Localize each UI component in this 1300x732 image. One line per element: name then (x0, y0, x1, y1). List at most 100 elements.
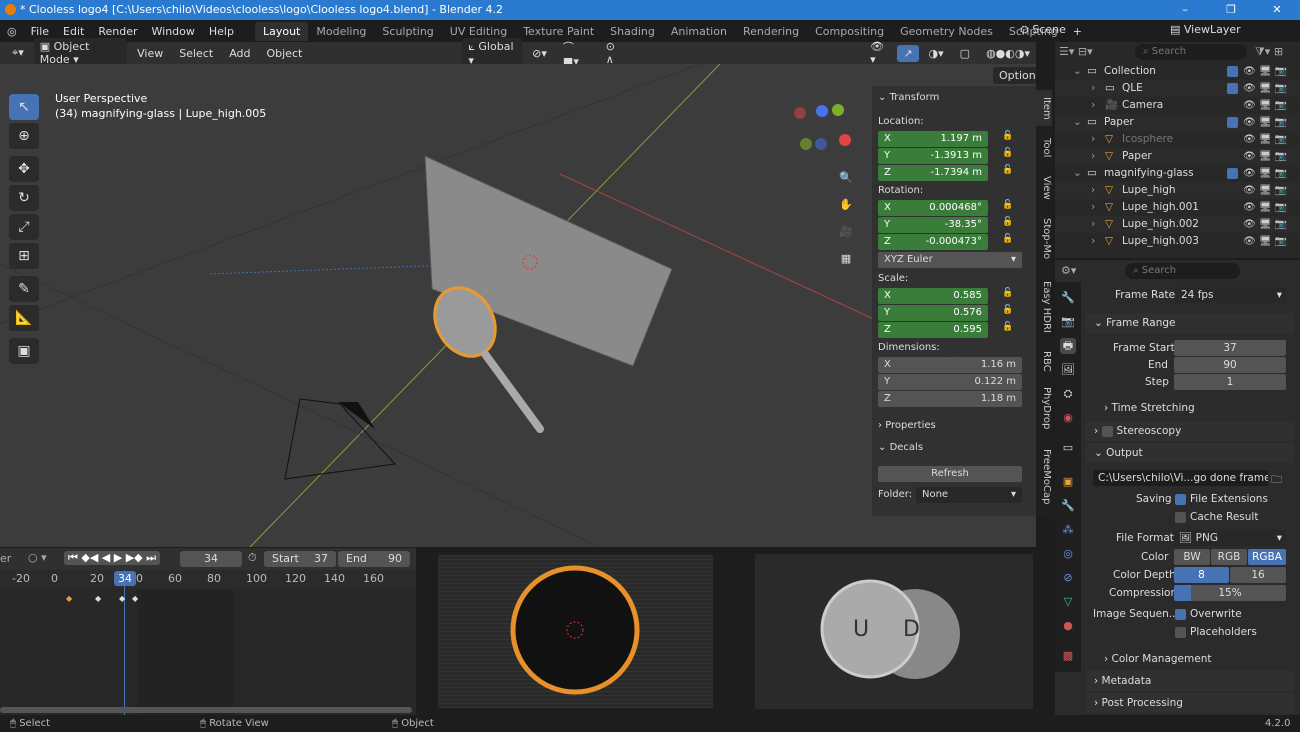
visibility-icons[interactable]: 👁 🖥 📷 (1243, 80, 1287, 97)
chevron-down-icon[interactable]: ⌄ (1073, 165, 1082, 182)
stereoscopy-checkbox[interactable] (1101, 425, 1113, 437)
tab-geometry-nodes[interactable]: Geometry Nodes (892, 22, 1001, 41)
color-management-header[interactable]: › Color Management (1104, 653, 1211, 665)
menu-file[interactable]: File (24, 25, 56, 38)
color-depth-16-option[interactable]: 16 (1230, 567, 1286, 583)
outliner-row[interactable]: ⌄ ▭ magnifying-glass 👁 🖥 📷 (1055, 165, 1300, 182)
lock-icon[interactable]: 🔓 (1002, 131, 1014, 143)
pivot-icon[interactable]: ⊘▾ (526, 45, 553, 62)
sidebar-tab-tool[interactable]: Tool (1036, 130, 1052, 166)
visibility-icons[interactable]: 👁 🖥 📷 (1243, 216, 1287, 233)
visibility-icons[interactable]: 👁 🖥 📷 (1243, 148, 1287, 165)
image-editor-left[interactable] (418, 548, 733, 715)
properties-header[interactable]: › Properties (878, 418, 1022, 434)
outliner-row[interactable]: ⌄ ▭ Paper 👁 🖥 📷 (1055, 114, 1300, 131)
output-header[interactable]: ⌄ Output (1086, 443, 1294, 463)
file-extensions-checkbox[interactable]: File Extensions (1175, 493, 1268, 505)
lock-icon[interactable]: 🔓 (1002, 165, 1014, 177)
chevron-right-icon[interactable]: › (1091, 148, 1095, 165)
frame-start-field[interactable]: 37 (1174, 340, 1286, 356)
scene-selector[interactable]: ⛭ Scene (1020, 23, 1066, 37)
timeline-scrollbar[interactable] (0, 707, 412, 713)
end-frame-field[interactable]: End 90 (338, 551, 410, 567)
visibility-icons[interactable]: 👁 🖥 📷 (1243, 182, 1287, 199)
chevron-right-icon[interactable]: › (1091, 199, 1095, 216)
location-z-field[interactable]: Z -1.7394 m (878, 165, 988, 181)
move-tool-icon[interactable]: ✥ (9, 156, 39, 182)
outliner-search-input[interactable]: ⌕ Search (1135, 44, 1247, 60)
sidebar-tab-easy-hdri[interactable]: Easy HDRI (1036, 271, 1052, 342)
scale-z-field[interactable]: Z 0.595 (878, 322, 988, 338)
outliner-row[interactable]: › ▽ Lupe_high.001 👁 🖥 📷 (1055, 199, 1300, 216)
stopwatch-icon[interactable]: ⏱ (248, 551, 257, 565)
scale-y-field[interactable]: Y 0.576 (878, 305, 988, 321)
chevron-right-icon[interactable]: › (1091, 131, 1095, 148)
sidebar-tab-item[interactable]: Item (1036, 90, 1052, 126)
start-frame-field[interactable]: Start 37 (264, 551, 336, 567)
chevron-right-icon[interactable]: › (1091, 80, 1095, 97)
placeholders-checkbox[interactable]: Placeholders (1175, 626, 1257, 638)
blender-menu-icon[interactable]: ◎ (0, 25, 24, 38)
outliner-row[interactable]: › ▽ Paper 👁 🖥 📷 (1055, 148, 1300, 165)
rotation-x-field[interactable]: X 0.000468° (878, 200, 988, 216)
exclude-checkbox[interactable] (1227, 66, 1238, 77)
chevron-down-icon[interactable]: ⌄ (1073, 114, 1082, 131)
add-cube-tool-icon[interactable]: ▣ (9, 338, 39, 364)
stereoscopy-header[interactable]: › Stereoscopy (1086, 421, 1294, 441)
timeline[interactable]: er ○ ▾ ⏮ ◆◀ ◀ ▶ ▶◆ ⏭ 34 ⏱ Start 37 End 90 … (0, 548, 416, 715)
sidebar-tab-rbc[interactable]: RBC (1036, 346, 1052, 376)
frame-range-header[interactable]: ⌄ Frame Range (1086, 313, 1294, 333)
tool-tab-icon[interactable]: 🔧 (1060, 290, 1076, 306)
rotation-y-field[interactable]: Y -38.35° (878, 217, 988, 233)
chevron-down-icon[interactable]: ⌄ (1073, 63, 1082, 80)
maximize-button[interactable]: ❐ (1208, 0, 1254, 20)
view-layer-selector[interactable]: ▤ ViewLayer (1170, 23, 1241, 36)
visibility-icons[interactable]: 👁 🖥 📷 (1243, 131, 1287, 148)
chevron-right-icon[interactable]: › (1091, 97, 1095, 114)
xray-icon[interactable]: ▢ (954, 45, 976, 62)
menu-render[interactable]: Render (91, 25, 144, 38)
exclude-checkbox[interactable] (1227, 117, 1238, 128)
location-x-field[interactable]: X 1.197 m (878, 131, 988, 147)
cache-result-checkbox[interactable]: Cache Result (1175, 511, 1258, 523)
refresh-button[interactable]: Refresh (878, 466, 1022, 482)
texture-tab-icon[interactable]: ▩ (1060, 648, 1076, 664)
chevron-right-icon[interactable]: › (1091, 216, 1095, 233)
options-dropdown[interactable]: Options (993, 67, 1036, 84)
rotation-z-field[interactable]: Z -0.000473° (878, 234, 988, 250)
metadata-header[interactable]: › Metadata (1086, 671, 1294, 691)
physics-tab-icon[interactable]: ◎ (1060, 546, 1076, 562)
outliner-editor-icon[interactable]: ☰▾ ⊟▾ (1059, 45, 1093, 58)
outliner-row[interactable]: › ▽ Lupe_high.002 👁 🖥 📷 (1055, 216, 1300, 233)
keyframe[interactable]: ◆ (95, 594, 101, 603)
frame-rate-dropdown[interactable]: 24 fps ▾ (1175, 287, 1286, 303)
view-menu[interactable]: View (131, 45, 169, 62)
outliner-row[interactable]: › ▽ Lupe_high.003 👁 🖥 📷 (1055, 233, 1300, 250)
constraints-tab-icon[interactable]: ⊘ (1060, 570, 1076, 586)
outliner-row[interactable]: › ▽ Lupe_high 👁 🖥 📷 (1055, 182, 1300, 199)
lock-icon[interactable]: 🔓 (1002, 288, 1014, 300)
menu-edit[interactable]: Edit (56, 25, 91, 38)
menu-window[interactable]: Window (145, 25, 202, 38)
rotation-mode-dropdown[interactable]: XYZ Euler ▾ (878, 252, 1022, 268)
lock-icon[interactable]: 🔓 (1002, 322, 1014, 334)
lock-icon[interactable]: 🔓 (1002, 217, 1014, 229)
lock-icon[interactable]: 🔓 (1002, 234, 1014, 246)
tab-rendering[interactable]: Rendering (735, 22, 807, 41)
render-tab-icon[interactable]: 📷 (1060, 314, 1076, 330)
transform-tool-icon[interactable]: ⊞ (9, 243, 39, 269)
dimensions-z-field[interactable]: Z 1.18 m (878, 391, 1022, 407)
object-menu[interactable]: Object (260, 45, 308, 62)
sidebar-tab-freemocap[interactable]: FreeMoCap (1036, 441, 1052, 512)
chevron-right-icon[interactable]: › (1091, 182, 1095, 199)
add-menu[interactable]: Add (223, 45, 256, 62)
color-rgb-option[interactable]: RGB (1211, 549, 1247, 565)
menu-help[interactable]: Help (202, 25, 241, 38)
color-depth-8-option[interactable]: 8 (1174, 567, 1229, 583)
minimize-button[interactable]: – (1162, 0, 1208, 20)
dimensions-x-field[interactable]: X 1.16 m (878, 357, 1022, 373)
measure-tool-icon[interactable]: 📐 (9, 305, 39, 331)
tab-sculpting[interactable]: Sculpting (374, 22, 441, 41)
visibility-icons[interactable]: 👁 🖥 📷 (1243, 63, 1287, 80)
ortho-grid-icon[interactable]: ▦ (836, 245, 856, 272)
